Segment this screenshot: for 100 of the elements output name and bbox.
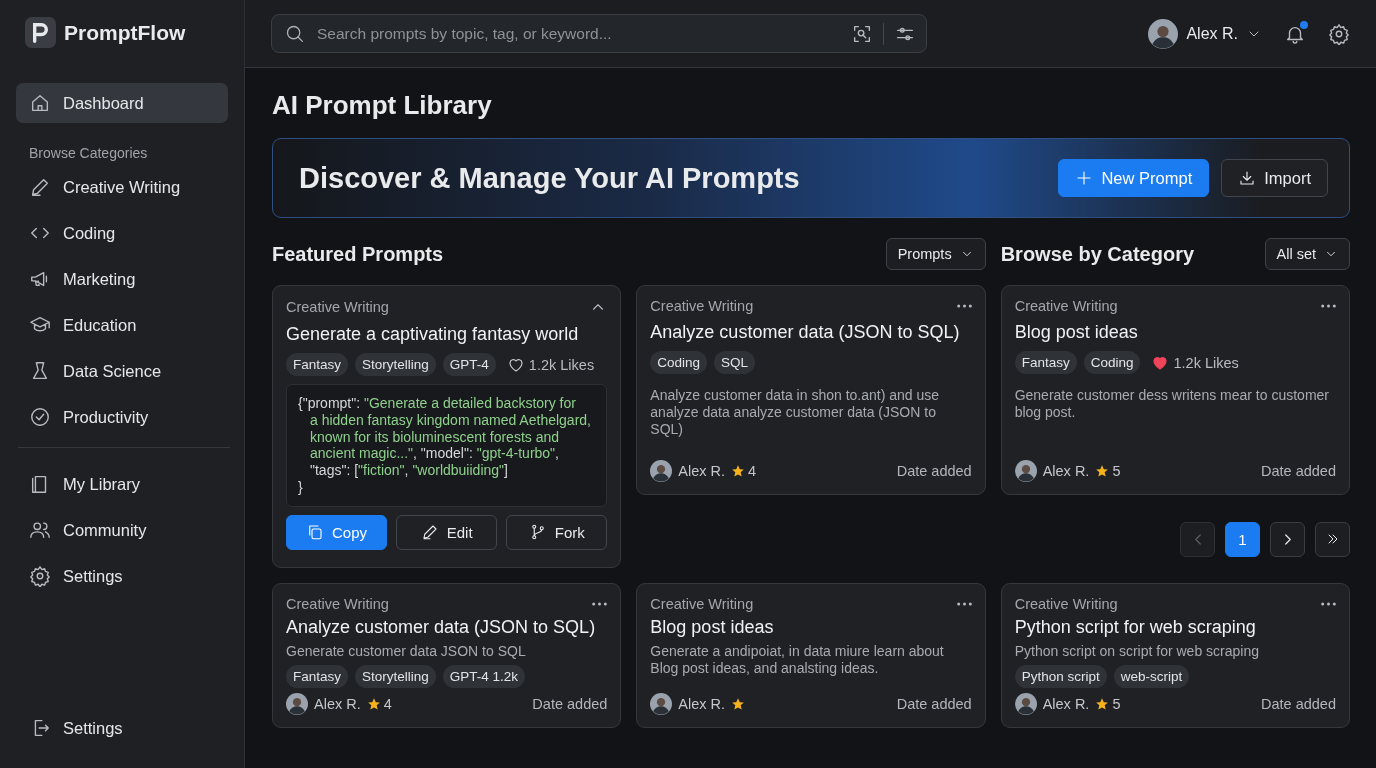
download-icon (1238, 169, 1257, 187)
nav-item[interactable]: Dashboard (16, 83, 228, 123)
more-button[interactable] (592, 602, 608, 606)
star-icon (731, 464, 746, 478)
star-icon (366, 696, 381, 711)
people-icon (29, 519, 51, 541)
nav-item[interactable]: Community (16, 510, 228, 550)
tag-chip[interactable]: Python script (1014, 664, 1107, 688)
nav-item[interactable]: Marketing (16, 259, 228, 299)
more-icon (956, 304, 972, 308)
date-label: Date added (532, 695, 608, 712)
author-name: Alex R. (678, 695, 726, 712)
section-label: Browse Categories (28, 145, 149, 161)
avatar (1148, 18, 1179, 49)
edit-button[interactable]: Edit (396, 514, 498, 550)
card-description: Generate customer data JSON to SQL (286, 643, 527, 660)
search-field[interactable]: Search prompts by topic, tag, or keyword... (315, 23, 841, 44)
rating-value: 5 (1112, 695, 1121, 712)
settings-icon (1328, 22, 1350, 45)
more-icon (956, 602, 972, 606)
new-prompt-button[interactable]: New Prompt (1058, 159, 1210, 197)
author-name: Alex R. (678, 463, 726, 479)
tag-chip[interactable]: GPT-4 1.2k (442, 664, 526, 688)
card-title: Analyze customer data (JSON to SQL) (286, 617, 597, 638)
nav-item[interactable]: Settings (16, 708, 228, 748)
card-title: Blog post ideas (650, 617, 775, 638)
tag-chip[interactable]: Coding (650, 351, 708, 374)
tag-chip[interactable]: GPT-4 (442, 353, 496, 376)
pencil-icon (420, 523, 439, 542)
nav-item[interactable]: Creative Writing (16, 167, 228, 207)
tag-chip[interactable]: Fantasy (1014, 351, 1077, 374)
app-name: PromptFlow (64, 20, 186, 45)
user-menu[interactable]: Alex R. (1148, 18, 1262, 49)
tag-chip[interactable]: Fantasy (286, 664, 349, 688)
nav-item[interactable]: Coding (16, 213, 228, 253)
card-category: Creative Writing (650, 298, 754, 314)
more-icon (1321, 602, 1336, 606)
card-title: Python script for web scraping (1014, 617, 1257, 638)
banner-title: Discover & Manage Your AI Prompts (299, 161, 801, 195)
author-name: Alex R. (1042, 463, 1090, 479)
card-description: Python script on script for web scraping (1014, 643, 1260, 660)
avatar (650, 692, 673, 715)
nav-item[interactable]: Data Science (16, 351, 228, 391)
avatar (1014, 692, 1037, 715)
section-title: Featured Prompts (272, 242, 444, 266)
star-icon (1095, 464, 1110, 478)
likes-count: 1.2k Likes (528, 356, 595, 373)
card-description: Generate customer dess writens mear to customer blog post. (1014, 387, 1330, 421)
notifications-button[interactable] (1284, 22, 1306, 45)
filter-dropdown[interactable]: All set (1264, 238, 1350, 270)
star-icon (1095, 696, 1110, 711)
date-label: Date added (1261, 463, 1336, 479)
page-title: AI Prompt Library (272, 90, 493, 121)
card-category: Creative Writing (286, 596, 389, 612)
chevron-left-icon (1194, 533, 1201, 545)
card-category: Creative Writing (286, 299, 389, 315)
avatar (286, 692, 308, 715)
code-block: {"prompt": "Generate a detailed backstory for a hidden fantasy kingdom named Aethelgard, known for its bioluminescent forests and ancient magic...", "model": "gpt-4-turbo", "tags": ["fiction", "worldbuiiding"] } (286, 384, 608, 507)
copy-button[interactable]: Copy (286, 514, 388, 550)
section-title: Browse by Category (1000, 242, 1195, 266)
star-icon (731, 696, 746, 711)
rating-value: 5 (1112, 463, 1121, 479)
rating-value: 4 (383, 695, 392, 712)
tag-chip[interactable]: Coding (1083, 351, 1141, 374)
card-description: Analyze customer data in shon to.ant) and use analyze data analyze customer data (JSON to SQL) (650, 387, 941, 438)
more-button[interactable] (1321, 602, 1336, 606)
import-button[interactable]: Import (1221, 159, 1328, 197)
settings-button[interactable] (1328, 22, 1350, 45)
fork-button[interactable]: Fork (506, 514, 608, 550)
nav-item[interactable]: My Library (16, 464, 228, 504)
more-button[interactable] (956, 602, 972, 606)
likes-count: 1.2k Likes (1173, 354, 1239, 371)
search-bar[interactable]: Search prompts by topic, tag, or keyword... (271, 14, 927, 53)
more-button[interactable] (956, 304, 972, 308)
avatar (650, 460, 673, 482)
nav-item[interactable]: Education (16, 305, 228, 345)
page-button[interactable]: 1 (1225, 521, 1260, 557)
tag-chip[interactable]: Storytelling (355, 664, 436, 688)
settings-icon (29, 565, 51, 587)
logo-icon (25, 17, 56, 48)
tag-chip[interactable]: Fantasy (286, 353, 349, 376)
author-name: Alex R. (314, 695, 361, 712)
card-category: Creative Writing (650, 596, 754, 612)
tag-chip[interactable]: web-script (1113, 664, 1190, 688)
date-label: Date added (896, 463, 972, 479)
card-category: Creative Writing (1014, 298, 1118, 314)
date-label: Date added (896, 695, 972, 712)
more-icon (592, 602, 608, 606)
nav-item[interactable]: Productivity (16, 397, 228, 437)
card-title: Analyze customer data (JSON to SQL) (650, 322, 961, 343)
more-button[interactable] (1321, 304, 1336, 308)
check-circle-icon (29, 406, 51, 428)
tag-chip[interactable]: SQL (714, 351, 756, 374)
tag-chip[interactable]: Storytelling (355, 353, 436, 376)
more-icon (1321, 304, 1336, 308)
card-description: Generate a andipoiat, in data miure learn about Blog post ideas, and analsting ideas. (650, 643, 945, 677)
filter-dropdown[interactable]: Prompts (885, 238, 986, 270)
nav-item[interactable]: Settings (16, 556, 228, 596)
date-label: Date added (1261, 695, 1336, 712)
copy-icon (306, 523, 325, 542)
